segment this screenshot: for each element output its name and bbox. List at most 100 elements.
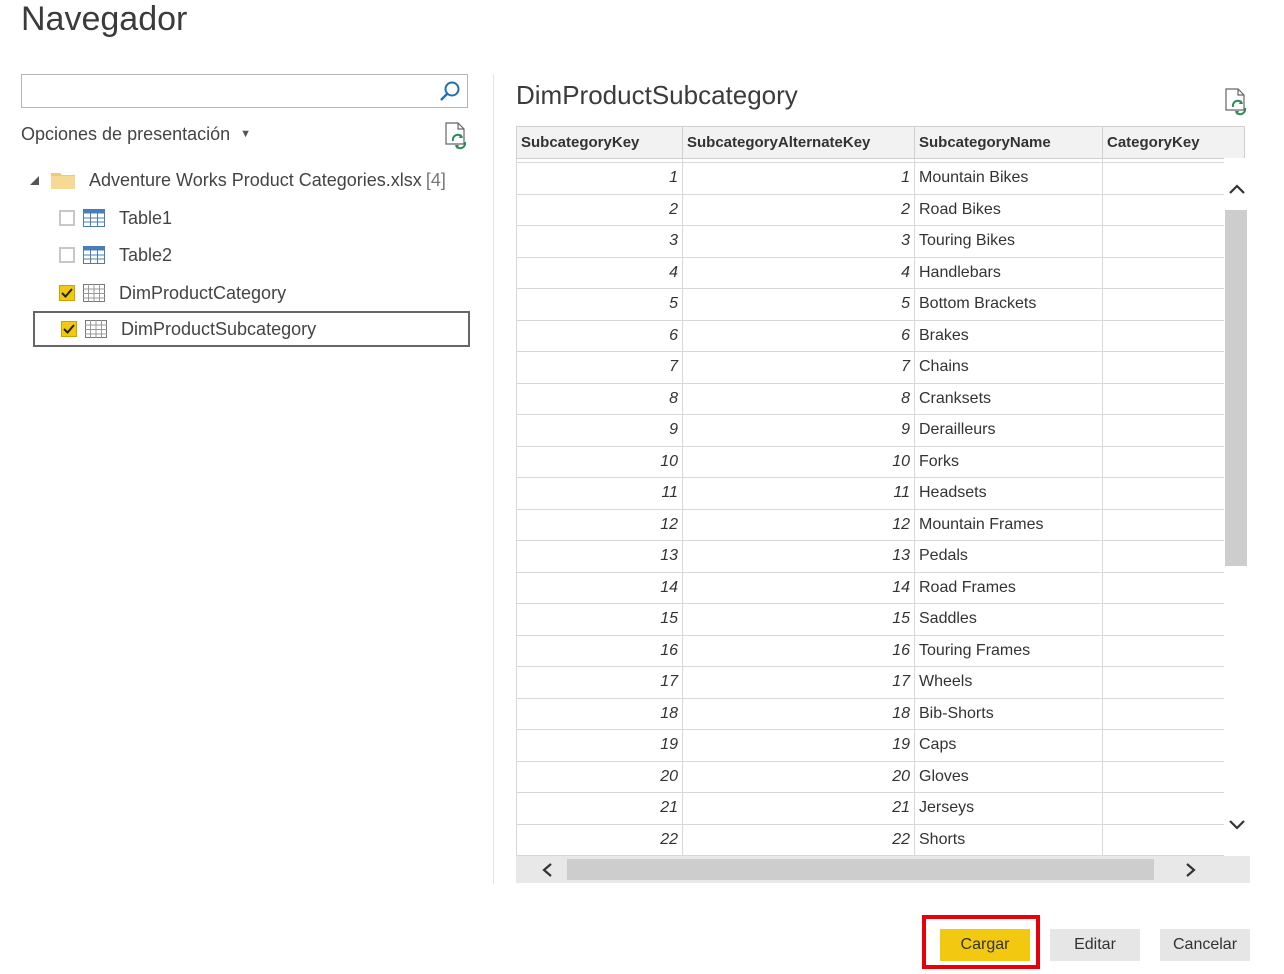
table-cell[interactable]: Handlebars [914,256,1103,289]
table-cell[interactable]: 8 [516,382,683,415]
search-input[interactable] [28,76,432,108]
table-cell[interactable]: Chains [914,351,1103,384]
table-cell[interactable]: 17 [682,666,915,699]
table-cell[interactable]: Touring Frames [914,634,1103,667]
table-cell[interactable]: Mountain Frames [914,508,1103,541]
table-cell[interactable]: 9 [516,414,683,447]
table-cell[interactable]: 1 [516,162,683,195]
table-cell[interactable]: 19 [516,729,683,762]
table-cell[interactable]: 8 [682,382,915,415]
table-cell[interactable]: 1 [682,162,915,195]
column-header[interactable]: CategoryKey [1102,126,1245,159]
table-cell[interactable]: 6 [516,319,683,352]
table-cell[interactable]: Pedals [914,540,1103,573]
table-cell[interactable]: Road Bikes [914,193,1103,226]
table-cell[interactable]: 4 [682,256,915,289]
tree-item-table2[interactable]: Table2 [59,237,172,273]
table-cell[interactable]: Bib-Shorts [914,697,1103,730]
table-cell[interactable]: Mountain Bikes [914,162,1103,195]
scroll-left-icon[interactable] [540,862,554,878]
preview-grid[interactable]: SubcategoryKey SubcategoryAlternateKey S… [516,126,1250,883]
checkbox-table1[interactable] [59,210,75,226]
table-row: 22 22 Shorts [516,823,1245,856]
tree-root-file[interactable]: Adventure Works Product Categories.xlsx … [29,162,446,198]
table-cell[interactable]: Wheels [914,666,1103,699]
table-cell[interactable]: Derailleurs [914,414,1103,447]
table-cell[interactable]: 12 [516,508,683,541]
table-cell[interactable]: 22 [516,823,683,856]
tree-item-dimproductcategory[interactable]: DimProductCategory [59,275,286,311]
table-cell[interactable]: 21 [516,792,683,825]
table-cell[interactable]: 11 [516,477,683,510]
refresh-preview-icon[interactable] [1224,88,1248,116]
table-cell[interactable]: Brakes [914,319,1103,352]
table-cell[interactable]: 3 [516,225,683,258]
scroll-down-icon[interactable] [1228,818,1246,832]
table-cell[interactable]: 15 [682,603,915,636]
table-cell[interactable]: Headsets [914,477,1103,510]
scroll-up-icon[interactable] [1228,182,1246,196]
vertical-scrollbar[interactable] [1224,158,1250,858]
table-cell[interactable]: 18 [516,697,683,730]
table-cell[interactable]: 5 [682,288,915,321]
table-cell[interactable]: 19 [682,729,915,762]
table-cell[interactable]: Forks [914,445,1103,478]
checkbox-dimproductsubcategory[interactable] [61,321,77,337]
horizontal-scroll-thumb[interactable] [567,859,1154,880]
column-header[interactable]: SubcategoryKey [516,126,683,159]
table-cell[interactable]: Bottom Brackets [914,288,1103,321]
table-cell[interactable]: 13 [516,540,683,573]
table-cell[interactable]: 14 [682,571,915,604]
table-cell[interactable]: 14 [516,571,683,604]
column-header[interactable]: SubcategoryName [914,126,1103,159]
table-cell[interactable]: Cranksets [914,382,1103,415]
scroll-right-icon[interactable] [1184,862,1198,878]
table-row: 20 20 Gloves [516,760,1245,793]
table-cell[interactable]: 7 [516,351,683,384]
table-cell[interactable]: 18 [682,697,915,730]
table-cell[interactable]: Gloves [914,760,1103,793]
table-cell[interactable]: 22 [682,823,915,856]
column-header[interactable]: SubcategoryAlternateKey [682,126,915,159]
edit-button[interactable]: Editar [1050,929,1140,961]
table-cell[interactable]: 7 [682,351,915,384]
table-cell[interactable]: 10 [682,445,915,478]
table-cell[interactable]: Touring Bikes [914,225,1103,258]
table-cell[interactable]: Saddles [914,603,1103,636]
vertical-scroll-thumb[interactable] [1225,210,1247,566]
table-cell[interactable]: 3 [682,225,915,258]
horizontal-scrollbar[interactable] [516,856,1250,883]
table-cell[interactable]: 6 [682,319,915,352]
search-icon[interactable] [439,80,461,102]
cancel-button[interactable]: Cancelar [1160,929,1250,961]
table-cell[interactable]: 13 [682,540,915,573]
table-cell[interactable]: Road Frames [914,571,1103,604]
table-cell[interactable]: 20 [516,760,683,793]
table-cell[interactable]: 4 [516,256,683,289]
table-cell[interactable]: 12 [682,508,915,541]
display-options-dropdown[interactable]: Opciones de presentación ▼ [21,124,251,145]
table-cell[interactable]: 11 [682,477,915,510]
search-box[interactable] [21,74,468,108]
table-cell[interactable]: 10 [516,445,683,478]
table-cell[interactable]: Shorts [914,823,1103,856]
table-cell[interactable]: 16 [682,634,915,667]
checkbox-dimproductcategory[interactable] [59,285,75,301]
tree-item-table1[interactable]: Table1 [59,200,172,236]
table-cell[interactable]: 16 [516,634,683,667]
table-cell[interactable]: 20 [682,760,915,793]
checkbox-table2[interactable] [59,247,75,263]
table-cell[interactable]: 17 [516,666,683,699]
table-cell[interactable]: Jerseys [914,792,1103,825]
table-cell[interactable]: 15 [516,603,683,636]
table-cell[interactable]: 5 [516,288,683,321]
table-cell[interactable]: Caps [914,729,1103,762]
collapse-triangle-icon[interactable] [29,174,41,186]
table-cell[interactable]: 2 [682,193,915,226]
tree-item-dimproductsubcategory[interactable]: DimProductSubcategory [33,311,470,347]
table-cell[interactable]: 9 [682,414,915,447]
load-button[interactable]: Cargar [940,929,1030,961]
table-cell[interactable]: 21 [682,792,915,825]
refresh-icon[interactable] [444,122,468,150]
table-cell[interactable]: 2 [516,193,683,226]
